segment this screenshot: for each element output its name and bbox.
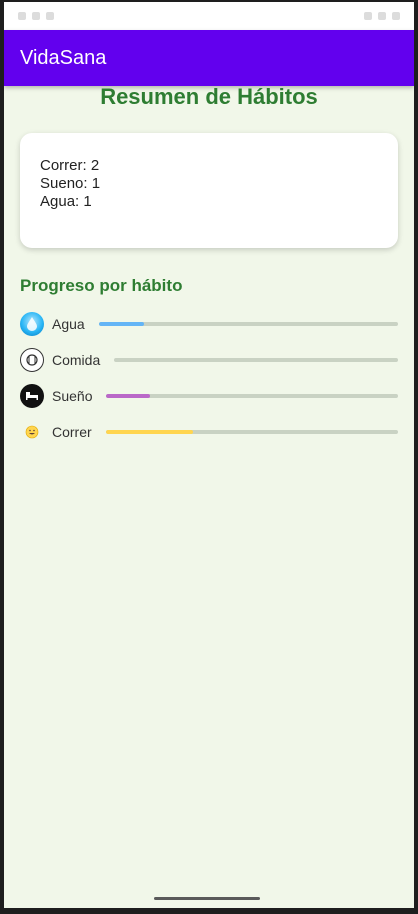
wifi-icon — [364, 12, 372, 20]
main-content: Resumen de Hábitos Correr: 2 Sueno: 1 Ag… — [4, 86, 414, 450]
status-bar — [4, 2, 414, 30]
status-left — [18, 12, 54, 20]
sleep-bed-icon — [20, 384, 44, 408]
status-right — [364, 12, 400, 20]
summary-line: Agua: 1 — [40, 193, 92, 210]
signal-icon — [378, 12, 386, 20]
habit-progress-bar — [98, 322, 398, 326]
summary-card: Correr: 2 Sueno: 1 Agua: 1 — [20, 133, 398, 248]
habit-label: Agua — [52, 316, 85, 332]
habit-row-agua: Agua — [20, 306, 398, 342]
phone-screen: VidaSana Resumen de Hábitos Correr: 2 Su… — [4, 2, 414, 908]
app-bar: VidaSana — [4, 30, 414, 86]
notification-icon — [46, 12, 54, 20]
habit-progress-fill — [105, 430, 194, 434]
habit-progress-bar — [105, 430, 398, 434]
water-drop-icon — [20, 312, 44, 336]
app-title: VidaSana — [20, 46, 107, 69]
smiley-icon — [20, 420, 44, 444]
habit-progress-fill — [106, 394, 151, 398]
food-icon — [20, 348, 44, 372]
habit-row-sueno: Sueño — [20, 378, 398, 414]
notification-icon — [32, 12, 40, 20]
habit-progress-list: Agua Comida Sueño Correr — [20, 306, 398, 450]
habit-label: Correr — [52, 424, 92, 440]
habit-label: Sueño — [52, 388, 93, 404]
battery-icon — [392, 12, 400, 20]
habit-row-comida: Comida — [20, 342, 398, 378]
habit-progress-fill — [98, 322, 144, 326]
gesture-navigation-bar[interactable] — [154, 897, 260, 900]
notification-icon — [18, 12, 26, 20]
progress-section-title: Progreso por hábito — [20, 276, 183, 295]
habit-progress-bar — [114, 358, 398, 362]
summary-line: Sueno: 1 — [40, 175, 101, 192]
page-title: Resumen de Hábitos — [100, 84, 318, 109]
habit-row-correr: Correr — [20, 414, 398, 450]
habit-label: Comida — [52, 352, 101, 368]
summary-line: Correr: 2 — [40, 157, 100, 174]
habit-progress-bar — [106, 394, 398, 398]
